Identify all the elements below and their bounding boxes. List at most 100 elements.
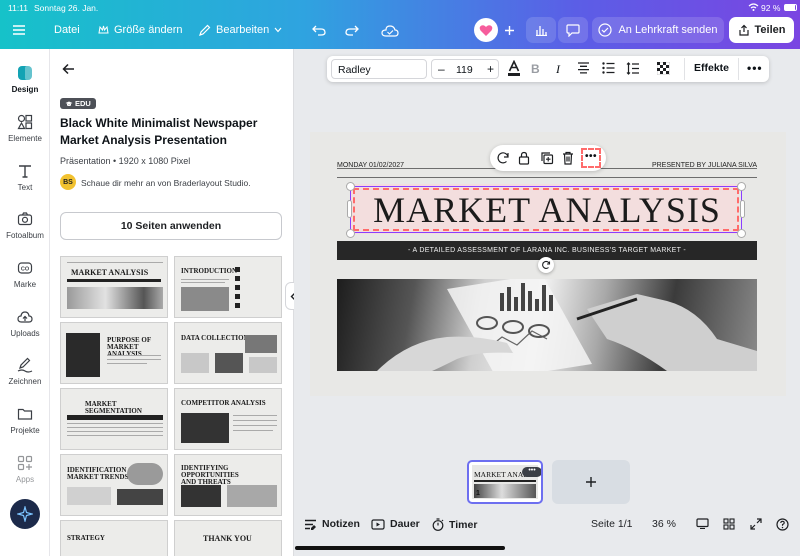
edu-badge-label: EDU — [75, 99, 91, 108]
page-thumbnail-3[interactable]: PURPOSE OF MARKET ANALYSIS — [60, 322, 168, 384]
presenter-view-button[interactable] — [696, 518, 709, 529]
grid-icon — [723, 518, 735, 530]
battery-level: 92 % — [761, 3, 781, 13]
help-button[interactable] — [776, 518, 789, 531]
menu-button[interactable] — [12, 17, 26, 43]
bar-chart-icon — [535, 24, 548, 36]
duplicate-icon — [540, 151, 554, 165]
text-icon — [17, 163, 33, 179]
timer-button[interactable]: Timer — [432, 518, 477, 531]
effects-button[interactable]: Effekte — [694, 62, 729, 74]
resize-handle[interactable] — [737, 229, 746, 238]
resize-handle[interactable] — [346, 182, 355, 191]
rail-projects[interactable]: Projekte — [0, 406, 50, 435]
rail-elements-label: Elemente — [8, 134, 42, 143]
resize-handle[interactable] — [737, 182, 746, 191]
rail-photo-album[interactable]: Fotoalbum — [0, 211, 50, 240]
redo-button[interactable] — [345, 17, 359, 43]
comments-button[interactable] — [558, 17, 588, 43]
rail-design[interactable]: Design — [0, 65, 50, 94]
send-to-teacher-button[interactable]: An Lehrkraft senden — [592, 17, 724, 43]
camera-icon — [17, 211, 33, 227]
add-collaborator-button[interactable] — [500, 17, 518, 43]
more-options-button[interactable]: ••• — [747, 61, 763, 75]
apply-pages-button[interactable]: 10 Seiten anwenden — [60, 212, 282, 240]
page-thumbnail-5[interactable]: MARKET SEGMENTATION — [60, 388, 168, 450]
thumbnail-title: THANK YOU — [203, 534, 252, 543]
transparency-button[interactable] — [657, 62, 670, 75]
rail-brand[interactable]: CO Marke — [0, 260, 50, 289]
avatar[interactable] — [474, 18, 498, 42]
italic-button[interactable]: I — [556, 62, 560, 77]
edit-button[interactable]: Bearbeiten — [198, 17, 282, 43]
svg-text:CO: CO — [21, 267, 30, 273]
more-actions-button[interactable]: ••• — [581, 148, 601, 168]
text-color-icon — [507, 60, 521, 77]
page-thumbnail-8[interactable]: IDENTIFYING OPPORTUNITIES AND THREATS — [174, 454, 282, 516]
sparkle-icon — [17, 506, 33, 522]
zoom-level[interactable]: 36 % — [652, 518, 676, 530]
delete-button[interactable] — [562, 151, 574, 165]
element-actions-bar: ••• — [490, 145, 606, 171]
page-thumbnail-6[interactable]: COMPETITOR ANALYSIS — [174, 388, 282, 450]
page-number: 1 — [476, 490, 480, 497]
rail-draw[interactable]: Zeichnen — [0, 357, 50, 386]
cloud-save-button[interactable] — [381, 17, 399, 43]
back-button[interactable] — [62, 63, 75, 75]
divider — [738, 58, 739, 80]
lock-button[interactable] — [518, 151, 530, 165]
share-button[interactable]: Teilen — [729, 17, 794, 43]
increase-font-button[interactable]: + — [487, 62, 494, 76]
slide-rule — [337, 177, 757, 178]
page-strip-thumbnail[interactable]: MARKET ANAL ••• 1 — [467, 460, 543, 504]
expand-icon — [750, 518, 762, 530]
page-thumbnail-7[interactable]: IDENTIFICATION OF MARKET TRENDS — [60, 454, 168, 516]
bold-button[interactable]: B — [531, 62, 540, 76]
resize-button[interactable]: Größe ändern — [98, 17, 182, 43]
spacing-button[interactable] — [626, 62, 640, 75]
page-indicator[interactable]: Seite 1/1 — [591, 518, 632, 530]
slide-date: MONDAY 01/02/2027 — [337, 162, 405, 169]
rail-uploads[interactable]: Uploads — [0, 309, 50, 338]
page-thumbnail-10[interactable]: THANK YOU — [174, 520, 282, 556]
undo-button[interactable] — [312, 17, 326, 43]
rotate-handle[interactable] — [538, 257, 554, 273]
resize-handle[interactable] — [346, 229, 355, 238]
insights-button[interactable] — [526, 17, 556, 43]
page-thumbnail-9[interactable]: STRATEGY — [60, 520, 168, 556]
file-menu[interactable]: Datei — [54, 17, 80, 43]
fullscreen-button[interactable] — [750, 518, 762, 530]
font-family-dropdown[interactable]: Radley — [331, 59, 427, 79]
list-button[interactable] — [602, 62, 615, 74]
undo-icon — [312, 24, 326, 36]
file-menu-label: Datei — [54, 24, 80, 36]
pencil-icon — [198, 24, 211, 37]
rail-draw-label: Zeichnen — [8, 377, 42, 386]
add-page-button[interactable] — [552, 460, 630, 504]
page-thumbnail-2[interactable]: INTRODUCTION — [174, 256, 282, 318]
hero-photo[interactable] — [337, 279, 757, 371]
thumbnail-title: IDENTIFYING OPPORTUNITIES AND THREATS — [181, 464, 239, 486]
regenerate-button[interactable] — [496, 151, 510, 165]
page-thumbnail-1[interactable]: MARKET ANALYSIS — [60, 256, 168, 318]
magic-button[interactable] — [10, 499, 40, 529]
notes-button[interactable]: Notizen — [304, 518, 360, 530]
rail-apps[interactable]: Apps — [0, 455, 50, 484]
font-size-value[interactable]: 119 — [456, 64, 473, 76]
align-center-button[interactable] — [577, 62, 590, 74]
page-options-button[interactable]: ••• — [522, 467, 541, 477]
resize-handle[interactable] — [347, 200, 352, 218]
bullet-list-icon — [602, 62, 615, 74]
duplicate-button[interactable] — [540, 151, 554, 165]
thumbnail-title: COMPETITOR ANALYSIS — [181, 399, 266, 407]
resize-handle[interactable] — [740, 200, 745, 218]
rail-elements[interactable]: Elemente — [0, 114, 50, 143]
duration-button[interactable]: Dauer — [371, 518, 420, 530]
font-size-stepper: – 119 + — [431, 59, 499, 79]
author-link[interactable]: Schaue dir mehr an von Braderlayout Stud… — [81, 178, 251, 188]
decrease-font-button[interactable]: – — [438, 62, 445, 76]
text-color-button[interactable] — [507, 60, 521, 77]
page-thumbnail-4[interactable]: DATA COLLECTION — [174, 322, 282, 384]
rail-text[interactable]: Text — [0, 163, 50, 192]
grid-view-button[interactable] — [723, 518, 735, 530]
